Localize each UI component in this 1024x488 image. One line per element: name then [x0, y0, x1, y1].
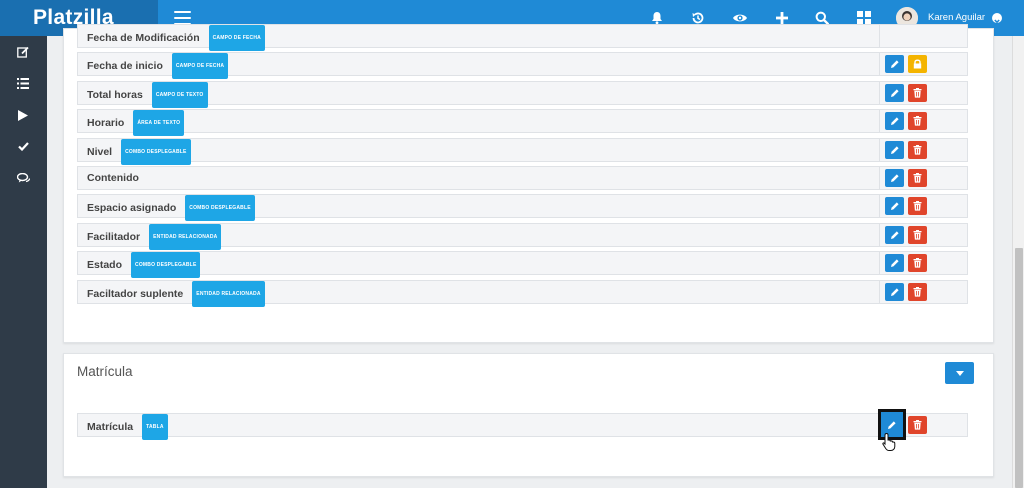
pencil-icon: [890, 202, 899, 210]
table-row: Espacio asignado COMBO DESPLEGABLE: [77, 194, 969, 221]
delete-button[interactable]: [908, 283, 927, 301]
row-actions: [879, 53, 969, 75]
edit-icon[interactable]: [15, 44, 31, 60]
table-row: Fecha de inicio CAMPO DE FECHA: [77, 52, 969, 79]
field-type-badge: TABLA: [142, 414, 168, 440]
field-label: Fecha de inicio CAMPO DE FECHA: [87, 53, 229, 79]
field-label: Matrícula TABLA: [87, 414, 168, 440]
chat-icon[interactable]: [15, 170, 31, 186]
pencil-icon: [890, 117, 899, 125]
trash-icon: [913, 201, 922, 211]
table-row: Contenido: [77, 166, 968, 190]
field-label: Espacio asignado COMBO DESPLEGABLE: [87, 195, 255, 221]
trash-icon: [913, 287, 922, 297]
row-actions: [879, 167, 969, 189]
edit-button[interactable]: [885, 169, 904, 187]
field-label: Nivel COMBO DESPLEGABLE: [87, 139, 191, 165]
pencil-icon: [890, 288, 899, 296]
field-label: Estado COMBO DESPLEGABLE: [87, 252, 201, 278]
table-row: Horario ÁREA DE TEXTO: [77, 109, 969, 136]
pencil-icon: [890, 259, 899, 267]
delete-button[interactable]: [908, 169, 927, 187]
play-icon[interactable]: [15, 107, 31, 123]
row-actions: [879, 139, 969, 161]
hamburger-menu-icon[interactable]: [174, 11, 191, 25]
hand-cursor-icon: [881, 432, 899, 452]
pencil-icon: [888, 420, 896, 429]
scrollbar[interactable]: [1012, 36, 1024, 488]
row-actions: [879, 281, 969, 303]
field-type-badge: ÁREA DE TEXTO: [133, 110, 185, 136]
field-type-badge: CAMPO DE FECHA: [171, 53, 229, 79]
table-row: Facilitador ENTIDAD RELACIONADA: [77, 223, 969, 250]
trash-icon: [913, 230, 922, 240]
field-type-badge: COMBO DESPLEGABLE: [185, 195, 255, 221]
sidebar: [0, 36, 47, 488]
row-actions: [879, 82, 969, 104]
field-type-badge: COMBO DESPLEGABLE: [131, 252, 201, 278]
table-row: Total horas CAMPO DE TEXTO: [77, 81, 969, 108]
field-type-badge: ENTIDAD RELACIONADA: [149, 224, 222, 250]
edit-button[interactable]: [885, 254, 904, 272]
table-row: Nivel COMBO DESPLEGABLE: [77, 138, 969, 165]
table-row: Matrícula TABLA: [77, 413, 968, 440]
edit-button[interactable]: [885, 55, 904, 73]
field-type-badge: CAMPO DE FECHA: [208, 25, 265, 51]
row-actions: [879, 25, 969, 47]
row-actions: [879, 252, 969, 274]
edit-button[interactable]: [885, 112, 904, 130]
trash-icon: [913, 145, 922, 155]
lock-icon: [913, 59, 922, 69]
delete-button[interactable]: [908, 141, 927, 159]
trash-icon: [913, 116, 922, 126]
field-label: Horario ÁREA DE TEXTO: [87, 110, 185, 136]
row-actions: [879, 110, 969, 132]
delete-button[interactable]: [908, 254, 927, 272]
dropdown-button[interactable]: [945, 362, 974, 384]
field-type-badge: COMBO DESPLEGABLE: [121, 139, 191, 165]
delete-button[interactable]: [908, 112, 927, 130]
table-row: Fecha de Modificación CAMPO DE FECHA: [77, 24, 969, 51]
trash-icon: [913, 173, 922, 183]
list-icon[interactable]: [15, 75, 31, 91]
delete-button[interactable]: [908, 416, 927, 434]
trash-icon: [913, 258, 922, 268]
edit-button[interactable]: [885, 84, 904, 102]
trash-icon: [913, 88, 922, 98]
lock-button[interactable]: [908, 55, 927, 73]
field-label: Total horas CAMPO DE TEXTO: [87, 82, 208, 108]
edit-button[interactable]: [885, 283, 904, 301]
delete-button[interactable]: [908, 84, 927, 102]
edit-button[interactable]: [885, 197, 904, 215]
table-row: Faciltador suplente ENTIDAD RELACIONADA: [77, 280, 969, 307]
trash-icon: [913, 420, 922, 430]
caret-down-icon: [955, 370, 964, 376]
check-icon[interactable]: [15, 138, 31, 154]
pencil-icon: [890, 89, 899, 97]
delete-button[interactable]: [908, 197, 927, 215]
field-label: Contenido: [87, 172, 139, 184]
scrollbar-thumb[interactable]: [1015, 248, 1023, 488]
field-label: Faciltador suplente ENTIDAD RELACIONADA: [87, 281, 265, 307]
delete-button[interactable]: [908, 226, 927, 244]
pencil-icon: [890, 60, 899, 68]
pencil-icon: [890, 231, 899, 239]
table-row: Estado COMBO DESPLEGABLE: [77, 251, 969, 278]
edit-button[interactable]: [885, 226, 904, 244]
field-label: Fecha de Modificación CAMPO DE FECHA: [87, 25, 265, 51]
field-type-badge: CAMPO DE TEXTO: [151, 82, 208, 108]
edit-button[interactable]: [885, 141, 904, 159]
pencil-icon: [890, 146, 899, 154]
section-title: Matrícula: [77, 364, 133, 379]
field-label: Facilitador ENTIDAD RELACIONADA: [87, 224, 222, 250]
row-actions: [879, 224, 969, 246]
chevron-down-icon[interactable]: [992, 13, 1002, 24]
row-actions: [879, 195, 969, 217]
pencil-icon: [890, 174, 899, 182]
field-type-badge: ENTIDAD RELACIONADA: [192, 281, 265, 307]
